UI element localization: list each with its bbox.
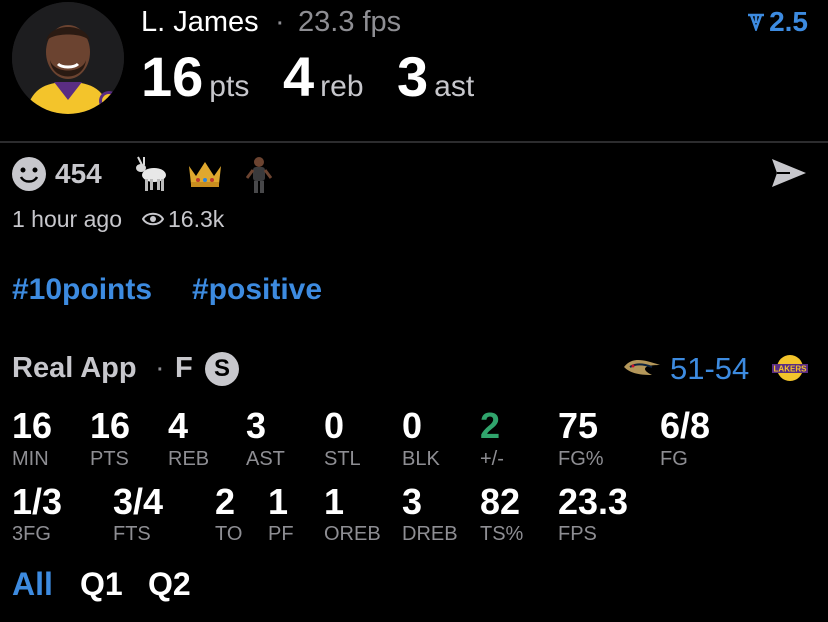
stat-ts-pct-label: TS%: [480, 523, 524, 545]
stat-plus-minus-value: 2: [480, 405, 501, 446]
svg-text:LAKERS: LAKERS: [774, 365, 808, 374]
stat-stl-value: 0: [324, 405, 345, 446]
stat-plus-minus-label: +/-: [480, 448, 504, 470]
separator-dot: ·: [155, 352, 165, 384]
boost-value: 2.5: [769, 6, 808, 37]
ast-value: 3: [397, 45, 429, 108]
pelicans-logo-icon: [622, 355, 662, 386]
stat-oreb-label: OREB: [324, 523, 381, 545]
crown-icon[interactable]: [186, 158, 224, 195]
view-count: 16.3k: [141, 206, 225, 233]
goat-icon[interactable]: [132, 155, 168, 198]
stat-oreb-value: 1: [324, 481, 345, 522]
boost-button[interactable]: 2.5: [747, 6, 808, 38]
stat-fts-value: 3/4: [113, 481, 164, 522]
view-count-value: 16.3k: [168, 206, 225, 232]
stat-3fg-value: 1/3: [12, 481, 63, 522]
stat-blk-value: 0: [402, 405, 423, 446]
stat-dreb-label: DREB: [402, 523, 458, 545]
reb-value: 4: [283, 45, 315, 108]
stat-pts-label: PTS: [90, 448, 129, 470]
hashtag-positive[interactable]: #positive: [192, 273, 322, 307]
stat-fg-pct-label: FG%: [558, 448, 604, 470]
stat-pf-value: 1: [268, 481, 289, 522]
stat-min-label: MIN: [12, 448, 49, 470]
status-badge: S: [205, 352, 239, 386]
position-label: F: [175, 352, 193, 384]
reb-stat: 4 reb: [283, 44, 364, 109]
separator-dot: ·: [275, 6, 285, 38]
stat-pts-value: 16: [90, 405, 131, 446]
stat-ast-label: AST: [246, 448, 285, 470]
divider: [0, 141, 828, 143]
stat-reb-value: 4: [168, 405, 189, 446]
stat-fts-label: FTS: [113, 523, 151, 545]
eye-icon: [141, 206, 165, 233]
stat-fg-pct-value: 75: [558, 405, 599, 446]
stat-pf-label: PF: [268, 523, 294, 545]
pts-value: 16: [141, 45, 204, 108]
stat-dreb-value: 3: [402, 481, 423, 522]
tab-q1[interactable]: Q1: [80, 566, 123, 603]
stat-to-label: TO: [215, 523, 243, 545]
ast-stat: 3 ast: [397, 44, 474, 109]
share-icon[interactable]: [770, 156, 808, 195]
stat-ast-value: 3: [246, 405, 267, 446]
game-score[interactable]: 51-54: [670, 351, 749, 387]
player-name[interactable]: L. James: [141, 6, 259, 39]
stat-ts-pct-value: 82: [480, 481, 521, 522]
stat-reb-label: REB: [168, 448, 210, 470]
stat-stl-label: STL: [324, 448, 361, 470]
pts-stat: 16 pts: [141, 44, 249, 109]
stat-fg-label: FG: [660, 448, 688, 470]
reaction-count[interactable]: 454: [55, 158, 102, 190]
player-fps: 23.3 fps: [298, 6, 402, 38]
stat-to-value: 2: [215, 481, 236, 522]
hashtag-10points[interactable]: #10points: [12, 273, 152, 307]
stat-3fg-label: 3FG: [12, 523, 51, 545]
stat-fps-label: FPS: [558, 523, 597, 545]
stat-fps-value: 23.3: [558, 481, 629, 522]
stat-blk-label: BLK: [402, 448, 440, 470]
pts-label: pts: [209, 70, 250, 103]
tab-q2[interactable]: Q2: [148, 566, 191, 603]
post-time: 1 hour ago: [12, 206, 122, 232]
reb-label: reb: [320, 70, 364, 103]
celebrating-player-icon[interactable]: [245, 156, 273, 199]
player-avatar[interactable]: [12, 2, 124, 114]
tab-all[interactable]: All: [12, 566, 53, 603]
stat-min-value: 16: [12, 405, 53, 446]
smiley-icon[interactable]: [12, 157, 46, 191]
ast-label: ast: [434, 70, 475, 103]
boost-icon: [747, 6, 765, 38]
league-label: Real App: [12, 352, 137, 384]
lakers-logo-icon: LAKERS: [770, 354, 810, 387]
stat-fg-value: 6/8: [660, 405, 711, 446]
